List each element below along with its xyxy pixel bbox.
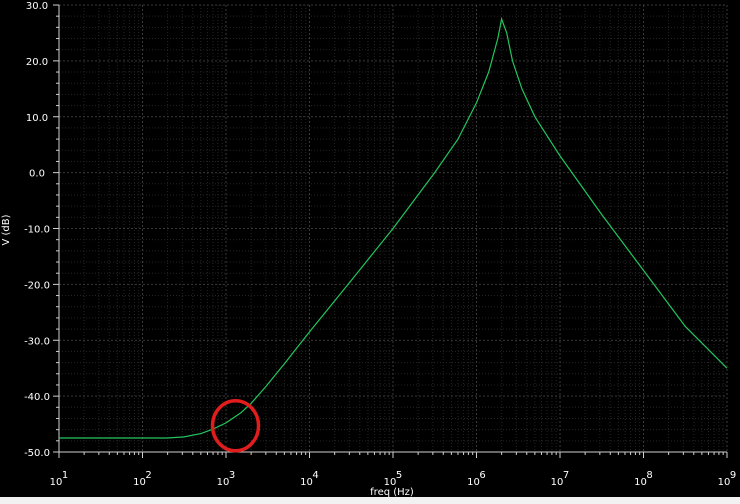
x-tick-exponent: 1 [62, 470, 68, 481]
bottom-border [0, 497, 740, 504]
x-tick-exponent: 5 [396, 470, 402, 481]
plot-area: 30.0 20.0 10.0 0.0 -10.0 -20.0 -30.0 -40.0 -50.0… [0, 0, 740, 504]
x-tick-exponent: 2 [145, 470, 151, 481]
x-tick-exponent: 4 [312, 470, 318, 481]
x-tick-exponent: 9 [730, 470, 736, 481]
x-tick-base: 10 [300, 477, 313, 488]
y-tick-label: -20.0 [24, 280, 50, 291]
x-tick-exponent: 8 [646, 470, 652, 481]
x-tick-exponent: 6 [479, 470, 485, 481]
y-tick-label: -10.0 [24, 225, 50, 236]
y-tick-label: 30.0 [26, 1, 48, 12]
y-tick-label: -40.0 [24, 392, 50, 403]
y-axis-label: V (dB) [1, 214, 12, 245]
y-tick-label: 0.0 [29, 169, 45, 180]
y-tick-label: -30.0 [24, 336, 50, 347]
x-tick-exponent: 7 [563, 470, 569, 481]
x-tick-base: 10 [467, 477, 480, 488]
y-tick-label: 10.0 [26, 113, 48, 124]
y-tick-label: 20.0 [26, 57, 48, 68]
x-tick-base: 10 [50, 477, 63, 488]
x-tick-exponent: 3 [229, 470, 235, 481]
x-tick-base: 10 [551, 477, 564, 488]
x-tick-base: 10 [217, 477, 230, 488]
x-tick-base: 10 [634, 477, 647, 488]
x-tick-base: 10 [133, 477, 146, 488]
y-tick-label: -50.0 [24, 448, 50, 459]
x-tick-base: 10 [718, 477, 731, 488]
